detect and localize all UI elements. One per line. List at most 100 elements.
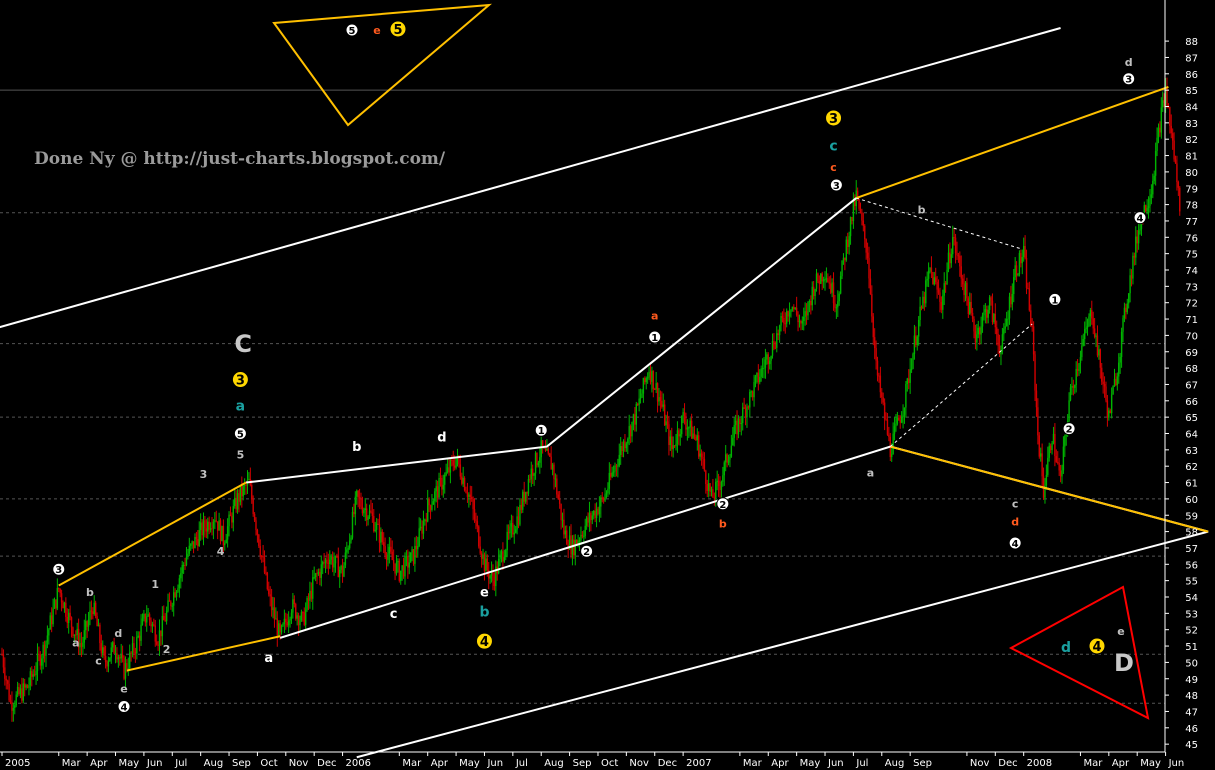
x-tick-label: 2005 (5, 758, 30, 769)
candle-body (842, 257, 845, 261)
x-tick-label: Oct (601, 758, 618, 769)
candle-body (1051, 442, 1053, 451)
candle-body (688, 427, 690, 429)
candle-body (971, 312, 974, 319)
y-tick-label: 65 (1185, 413, 1198, 424)
candle-body (1020, 253, 1022, 264)
wave-count-number: 3 (829, 112, 838, 127)
y-tick-label: 81 (1185, 152, 1198, 163)
candle-body (377, 523, 379, 525)
candle-body (371, 512, 374, 516)
candle-body (770, 355, 772, 361)
candle-body (479, 546, 481, 554)
candle-body (260, 555, 263, 557)
y-tick-label: 83 (1185, 119, 1198, 130)
candle-body (87, 619, 90, 627)
candle-body (158, 630, 161, 646)
candle-body (313, 577, 315, 579)
candle-body (1135, 236, 1137, 258)
candle-body (181, 565, 183, 574)
candle-body (236, 493, 239, 510)
candle-body (651, 370, 653, 382)
candle-body (682, 412, 684, 416)
candle-body (509, 526, 511, 534)
candle-body (625, 443, 628, 449)
candle-body (851, 217, 853, 222)
y-tick-label: 87 (1185, 53, 1198, 64)
candle-body (598, 506, 601, 515)
y-tick-label: 66 (1185, 397, 1198, 408)
candle-body (831, 282, 833, 293)
candle-body (963, 284, 965, 295)
candle-body (469, 494, 471, 498)
candle-body (786, 311, 788, 324)
x-tick-label: Apr (431, 758, 449, 769)
candle-body (644, 378, 646, 383)
candle-body (448, 467, 450, 473)
candle-body (395, 562, 398, 574)
candle-body (847, 239, 849, 247)
candle-body (635, 403, 637, 425)
candle-body (201, 522, 203, 536)
candle-body (356, 490, 358, 497)
candle-body (791, 306, 794, 310)
candle-body (245, 484, 247, 486)
y-tick-label: 50 (1185, 658, 1198, 669)
candle-body (8, 683, 10, 701)
y-tick-label: 67 (1185, 380, 1198, 391)
candle-body (506, 531, 508, 551)
candle-body (980, 326, 982, 335)
candle-body (638, 398, 640, 405)
candle-body (405, 556, 408, 558)
candle-body (838, 293, 840, 302)
candle-body (615, 465, 618, 467)
candle-body (717, 480, 720, 487)
candle-body (693, 433, 696, 437)
wave-label: b (86, 586, 94, 599)
candle-body (1118, 362, 1120, 377)
candle-body (29, 671, 32, 686)
candle-body (1123, 307, 1126, 319)
candle-body (553, 464, 555, 479)
candle-body (278, 623, 280, 636)
wave-count-number: 3 (833, 181, 840, 192)
x-tick-label: Sep (573, 758, 592, 769)
wave-label: a (72, 637, 79, 650)
candle-body (1085, 327, 1087, 330)
candle-body (908, 378, 910, 383)
candle-body (381, 531, 383, 543)
wave-label: c (830, 161, 837, 174)
watermark: Done Ny @ http://just-charts.blogspot.co… (34, 149, 446, 169)
y-tick-label: 78 (1185, 201, 1198, 212)
candle-body (862, 220, 865, 226)
candle-body (940, 301, 943, 310)
candle-body (669, 436, 672, 446)
wave-label: c (95, 655, 102, 668)
x-tick-label: Dec (317, 758, 336, 769)
candle-body (309, 590, 311, 601)
candle-body (1098, 349, 1100, 356)
candle-body (1032, 326, 1035, 355)
candle-body (875, 348, 877, 361)
candle-body (873, 337, 876, 349)
candle-body (4, 667, 6, 679)
x-tick-label: Nov (970, 758, 990, 769)
candle-body (70, 617, 73, 628)
candle-body (712, 489, 714, 498)
candle-body (211, 528, 213, 530)
candle-body (11, 702, 13, 711)
candle-body (544, 447, 547, 451)
candle-body (583, 535, 585, 537)
candle-body (1169, 107, 1171, 126)
candle-body (15, 694, 17, 706)
candle-body (151, 624, 154, 627)
wave-count-number: 5 (393, 23, 402, 38)
candle-body (834, 303, 836, 308)
candle-body (1162, 100, 1164, 108)
candle-body (1035, 390, 1038, 408)
candle-body (330, 556, 332, 560)
candle-body (242, 485, 244, 497)
candle-body (935, 277, 937, 282)
candle-body (936, 281, 938, 290)
wave-label: d (114, 627, 122, 640)
